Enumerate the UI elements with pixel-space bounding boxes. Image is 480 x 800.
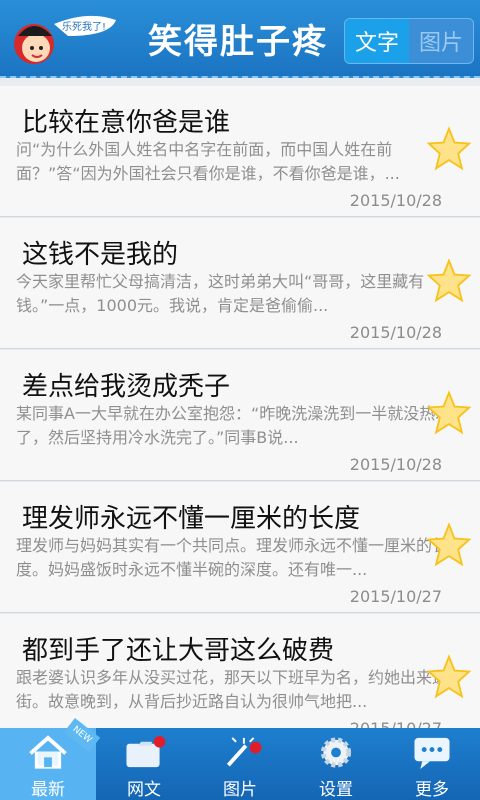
magic-wand-icon xyxy=(226,737,262,767)
tab-label: 设置 xyxy=(319,780,353,800)
tab-label: 更多 xyxy=(415,780,449,800)
folder-icon xyxy=(126,735,166,768)
tab-articles[interactable]: 网文 xyxy=(96,728,192,800)
item-title: 理发师永远不懂一厘米的长度 xyxy=(22,504,361,534)
favorite-star-icon[interactable] xyxy=(426,654,472,700)
tab-pictures[interactable]: 图片 xyxy=(192,728,288,800)
joke-list[interactable]: 比较在意你爸是谁 问“为什么外国人姓名中名字在前面，而中国人姓在前面？”答“因为… xyxy=(0,78,480,728)
app-header: 乐死我了! 笑得肚子疼 文字 图片 xyxy=(0,0,480,78)
gear-icon xyxy=(320,737,352,768)
chat-more-icon xyxy=(414,737,450,770)
item-date: 2015/10/27 xyxy=(350,719,442,728)
item-title: 比较在意你爸是谁 xyxy=(22,108,231,138)
tab-label: 图片 xyxy=(223,780,257,800)
item-title: 这钱不是我的 xyxy=(22,240,179,270)
item-preview: 问“为什么外国人姓名中名字在前面，而中国人姓在前面？”答“因为外国社会只看你是谁… xyxy=(16,140,400,183)
tab-settings[interactable]: 设置 xyxy=(288,728,384,800)
item-date: 2015/10/28 xyxy=(349,191,442,210)
app-title: 笑得肚子疼 xyxy=(148,22,328,62)
favorite-star-icon[interactable] xyxy=(426,126,472,172)
item-date: 2015/10/27 xyxy=(349,587,442,606)
list-item[interactable]: 这钱不是我的 今天家里帮忙父母搞清洁，这时弟弟大叫“哥哥，这里藏有钱。”一点，1… xyxy=(0,218,480,349)
tab-latest[interactable]: NEW 最新 xyxy=(0,718,101,800)
item-title: 差点给我烫成秃子 xyxy=(22,372,231,402)
list-item[interactable]: 都到手了还让大哥这么破费 跟老婆认识多年从没买过花，那天以下班早为名，约她出来逛… xyxy=(0,614,480,728)
bottom-tab-bar: NEW 最新 网文 图片 设置 更多 xyxy=(0,718,480,800)
item-title: 都到手了还让大哥这么破费 xyxy=(22,636,335,666)
item-preview: 某同事A一大早就在办公室抱怨：“昨晚洗澡洗到一半就没热水了，然后坚持用冷水洗完了… xyxy=(16,404,452,447)
tab-more[interactable]: 更多 xyxy=(384,728,480,800)
content-type-toggle: 文字 图片 xyxy=(344,18,474,64)
svg-text:乐死我了!: 乐死我了! xyxy=(62,21,106,33)
item-preview: 理发师与妈妈其实有一个共同点。理发师永远不懂一厘米的长度。妈妈盛饭时永远不懂半碗… xyxy=(16,536,449,579)
favorite-star-icon[interactable] xyxy=(426,522,472,568)
mascot-logo: 乐死我了! xyxy=(14,15,116,64)
list-item[interactable]: 差点给我烫成秃子 某同事A一大早就在办公室抱怨：“昨晚洗澡洗到一半就没热水了，然… xyxy=(0,350,480,481)
tab-label: 最新 xyxy=(31,780,65,800)
favorite-star-icon[interactable] xyxy=(426,390,472,436)
item-date: 2015/10/28 xyxy=(349,455,442,474)
list-item[interactable]: 理发师永远不懂一厘米的长度 理发师与妈妈其实有一个共同点。理发师永远不懂一厘米的… xyxy=(0,482,480,613)
list-item[interactable]: 比较在意你爸是谁 问“为什么外国人姓名中名字在前面，而中国人姓在前面？”答“因为… xyxy=(0,86,480,217)
tab-image[interactable]: 图片 xyxy=(409,19,473,63)
favorite-star-icon[interactable] xyxy=(426,258,472,304)
item-date: 2015/10/28 xyxy=(349,323,442,342)
item-preview: 今天家里帮忙父母搞清洁，这时弟弟大叫“哥哥，这里藏有钱。”一点，1000元。我说… xyxy=(16,272,425,315)
item-preview: 跟老婆认识多年从没买过花，那天以下班早为名，约她出来逛街。故意晚到，从背后抄近路… xyxy=(16,668,449,711)
tab-text[interactable]: 文字 xyxy=(345,19,409,63)
home-icon xyxy=(29,735,67,769)
tab-label: 网文 xyxy=(127,780,161,800)
